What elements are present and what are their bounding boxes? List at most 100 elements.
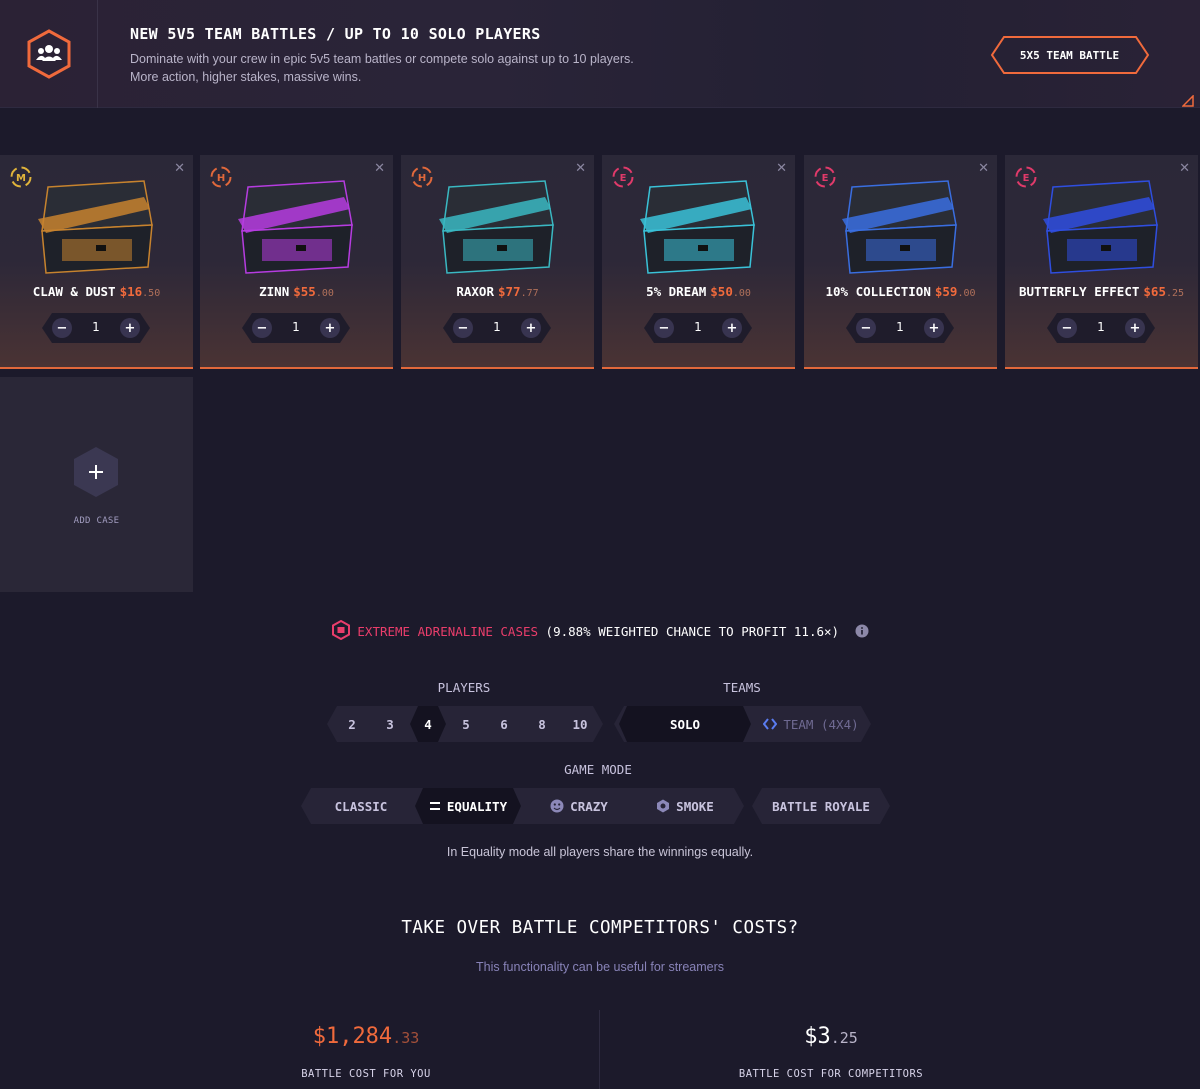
case-price-cents: .00 — [957, 288, 976, 299]
equals-icon — [429, 801, 441, 811]
remove-case-icon[interactable]: ✕ — [776, 161, 787, 176]
cost-you-label: BATTLE COST FOR YOU — [301, 1068, 431, 1080]
player-count-option[interactable]: 3 — [372, 706, 408, 742]
increase-button[interactable]: + — [924, 318, 944, 338]
remove-case-icon[interactable]: ✕ — [374, 161, 385, 176]
cost-you-amount: $1,284 — [312, 1024, 393, 1049]
case-price: $55 — [293, 284, 316, 299]
case-price: $77 — [498, 284, 521, 299]
quantity-stepper: −1 + — [644, 313, 752, 343]
case-image — [640, 180, 755, 274]
case-image — [38, 180, 153, 274]
case-name: BUTTERFLY EFFECT — [1018, 284, 1140, 299]
takeover-title: TAKE OVER BATTLE COMPETITORS' COSTS? — [401, 918, 799, 938]
case-card[interactable]: E ✕ 5% DREAM $50.00 −1 + — [602, 155, 795, 369]
remove-case-icon[interactable]: ✕ — [174, 161, 185, 176]
info-icon[interactable] — [855, 624, 869, 638]
tier-letter: E — [1023, 173, 1030, 184]
quantity-stepper: −1 + — [1047, 313, 1155, 343]
banner-description: Dominate with your crew in epic 5v5 team… — [130, 50, 730, 86]
remove-case-icon[interactable]: ✕ — [1179, 161, 1190, 176]
quantity-stepper: −1 + — [42, 313, 150, 343]
add-case-label: ADD CASE — [73, 516, 120, 526]
increase-button[interactable]: + — [320, 318, 340, 338]
takeover-subtitle: This functionality can be useful for str… — [475, 960, 725, 974]
case-price-cents: .00 — [732, 288, 751, 299]
case-card[interactable]: E ✕ BUTTERFLY EFFECT $65.25 −1 + — [1005, 155, 1198, 369]
players-label: PLAYERS — [437, 680, 491, 695]
case-image — [842, 180, 957, 274]
team-battle-button[interactable]: 5X5 TEAM BATTLE — [992, 37, 1147, 73]
case-card[interactable]: E ✕ 10% COLLECTION $59.00 −1 + — [804, 155, 997, 369]
quantity-stepper: −1 + — [846, 313, 954, 343]
case-name: RAXOR — [456, 284, 494, 299]
adrenaline-rest: (9.88% WEIGHTED CHANCE TO PROFIT 11.6×) — [538, 624, 840, 639]
case-title: ZINN $55.00 — [200, 284, 393, 299]
banner-title: NEW 5V5 TEAM BATTLES / UP TO 10 SOLO PLA… — [130, 25, 541, 43]
case-card[interactable]: H ✕ ZINN $55.00 −1 + — [200, 155, 393, 369]
case-price: $59 — [934, 284, 958, 299]
increase-button[interactable]: + — [521, 318, 541, 338]
player-count-option[interactable]: 2 — [334, 706, 370, 742]
battle-royale-selector: BATTLE ROYALE — [752, 788, 890, 824]
banner-icon-box — [0, 0, 98, 108]
tier-letter: H — [418, 173, 426, 184]
team-option-solo[interactable]: SOLO — [619, 706, 751, 742]
case-name: ZINN — [259, 284, 290, 299]
case-name: CLAW & DUST — [32, 284, 116, 299]
team-option-team-label: TEAM (4X4) — [783, 716, 859, 732]
banner-desc-line1: Dominate with your crew in epic 5v5 team… — [130, 52, 634, 66]
case-name: 5% DREAM — [646, 284, 707, 299]
case-name: 10% COLLECTION — [825, 284, 931, 299]
quantity-stepper: −1 + — [443, 313, 551, 343]
case-price-cents: .77 — [520, 288, 539, 299]
remove-case-icon[interactable]: ✕ — [575, 161, 586, 176]
mode-smoke[interactable]: SMOKE — [635, 788, 735, 824]
team-option-team[interactable]: TEAM (4X4) — [751, 706, 871, 742]
case-price-cents: .50 — [142, 288, 161, 299]
smoke-icon — [656, 799, 670, 813]
increase-button[interactable]: + — [1125, 318, 1145, 338]
corner-triangle-icon — [1182, 95, 1194, 107]
teams-selector: SOLO TEAM (4X4) — [614, 706, 871, 742]
case-price: $50 — [710, 284, 733, 299]
mode-description: In Equality mode all players share the w… — [446, 845, 754, 859]
player-count-option[interactable]: 6 — [486, 706, 522, 742]
case-price: $16 — [119, 284, 143, 299]
case-title: BUTTERFLY EFFECT $65.25 — [1005, 284, 1198, 299]
case-title: 10% COLLECTION $59.00 — [804, 284, 997, 299]
case-card[interactable]: H ✕ RAXOR $77.77 −1 + — [401, 155, 594, 369]
player-count-option[interactable]: 5 — [448, 706, 484, 742]
case-price: $65 — [1143, 284, 1166, 299]
increase-button[interactable]: + — [120, 318, 140, 338]
game-mode-selector: CLASSIC EQUALITY CRAZY SMOKE — [301, 788, 744, 824]
player-count-option[interactable]: 10 — [562, 706, 598, 742]
case-title: RAXOR $77.77 — [401, 284, 594, 299]
players-selector: 2 3 4 5 6 8 10 — [327, 706, 603, 742]
adrenaline-info: EXTREME ADRENALINE CASES (9.88% WEIGHTED… — [0, 619, 1200, 641]
cost-competitors-amount: $3 — [804, 1024, 831, 1049]
game-mode-label: GAME MODE — [564, 762, 632, 777]
crazy-face-icon — [550, 799, 564, 813]
case-image — [1043, 180, 1158, 274]
cost-competitors-cents: .25 — [830, 1029, 858, 1047]
cost-competitors-label: BATTLE COST FOR COMPETITORS — [738, 1068, 924, 1080]
mode-battle-royale[interactable]: BATTLE ROYALE — [752, 788, 890, 824]
mode-equality[interactable]: EQUALITY — [415, 788, 521, 824]
player-count-option[interactable]: 4 — [410, 706, 446, 742]
cost-competitors[interactable]: $3.25 — [681, 1024, 981, 1049]
increase-button[interactable]: + — [722, 318, 742, 338]
player-count-option[interactable]: 8 — [524, 706, 560, 742]
cost-you[interactable]: $1,284.33 — [216, 1024, 516, 1049]
mode-crazy[interactable]: CRAZY — [529, 788, 629, 824]
quantity-stepper: −1 + — [242, 313, 350, 343]
case-card[interactable]: M ✕ CLAW & DUST $16.50 −1 + — [0, 155, 193, 369]
mode-equality-label: EQUALITY — [446, 798, 508, 814]
remove-case-icon[interactable]: ✕ — [978, 161, 989, 176]
mode-classic[interactable]: CLASSIC — [311, 788, 411, 824]
case-price-cents: .25 — [1165, 288, 1185, 299]
case-title: CLAW & DUST $16.50 — [0, 284, 193, 299]
add-case-plus-icon[interactable] — [72, 446, 120, 498]
mode-crazy-label: CRAZY — [570, 798, 608, 814]
tier-letter: E — [822, 173, 829, 184]
